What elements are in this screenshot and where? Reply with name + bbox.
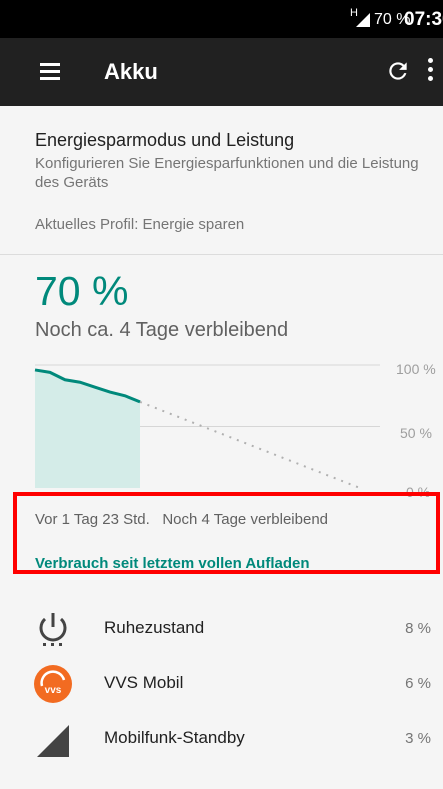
usage-item-value: 3 % [405,730,431,747]
cell-signal-icon [37,725,69,757]
signal-indicator: H [350,7,370,27]
usage-item-value: 6 % [405,675,431,692]
battery-remaining: Noch ca. 4 Tage verbleibend [35,319,289,341]
highlight-box [13,492,440,574]
battery-chart-svg [34,364,380,489]
power-mode-section[interactable]: Energiesparmodus und Leistung Konfigurie… [0,106,443,254]
y-tick-label: 100 % [396,361,436,377]
usage-item-ruhezustand[interactable]: Ruhezustand 8 % [0,600,443,656]
usage-item-label: VVS Mobil [104,673,184,692]
current-profile: Aktuelles Profil: Energie sparen [35,216,245,233]
app-bar: Akku [0,38,443,106]
usage-item-vvs-mobil[interactable]: vvs VVS Mobil 6 % [0,655,443,711]
usage-item-label: Ruhezustand [104,618,205,637]
power-mode-subtitle: Konfigurieren Sie Energiesparfunktionen … [35,155,419,191]
usage-item-mobilfunk-standby[interactable]: Mobilfunk-Standby 3 % [0,710,443,766]
power-mode-title: Energiesparmodus und Leistung [35,130,295,150]
more-options-icon[interactable] [428,58,436,86]
projection-line [139,400,361,489]
vvs-app-icon: vvs [34,665,72,703]
y-tick-label: 50 % [400,425,432,441]
battery-chart: 100 % 50 % 0 % [0,355,443,500]
cell-signal-status-icon [356,13,370,27]
refresh-icon[interactable] [385,58,411,84]
usage-item-label: Mobilfunk-Standby [104,728,245,747]
battery-percent: 70 % [35,268,129,314]
power-icon [39,613,67,646]
page-title: Akku [104,59,158,84]
menu-icon[interactable] [40,63,60,80]
battery-area [35,369,140,488]
clock: 07:30 [404,9,443,30]
status-bar: H 70 % 07:30 [0,0,443,38]
divider [0,254,443,255]
usage-item-value: 8 % [405,620,431,637]
svg-text:vvs: vvs [45,685,62,696]
